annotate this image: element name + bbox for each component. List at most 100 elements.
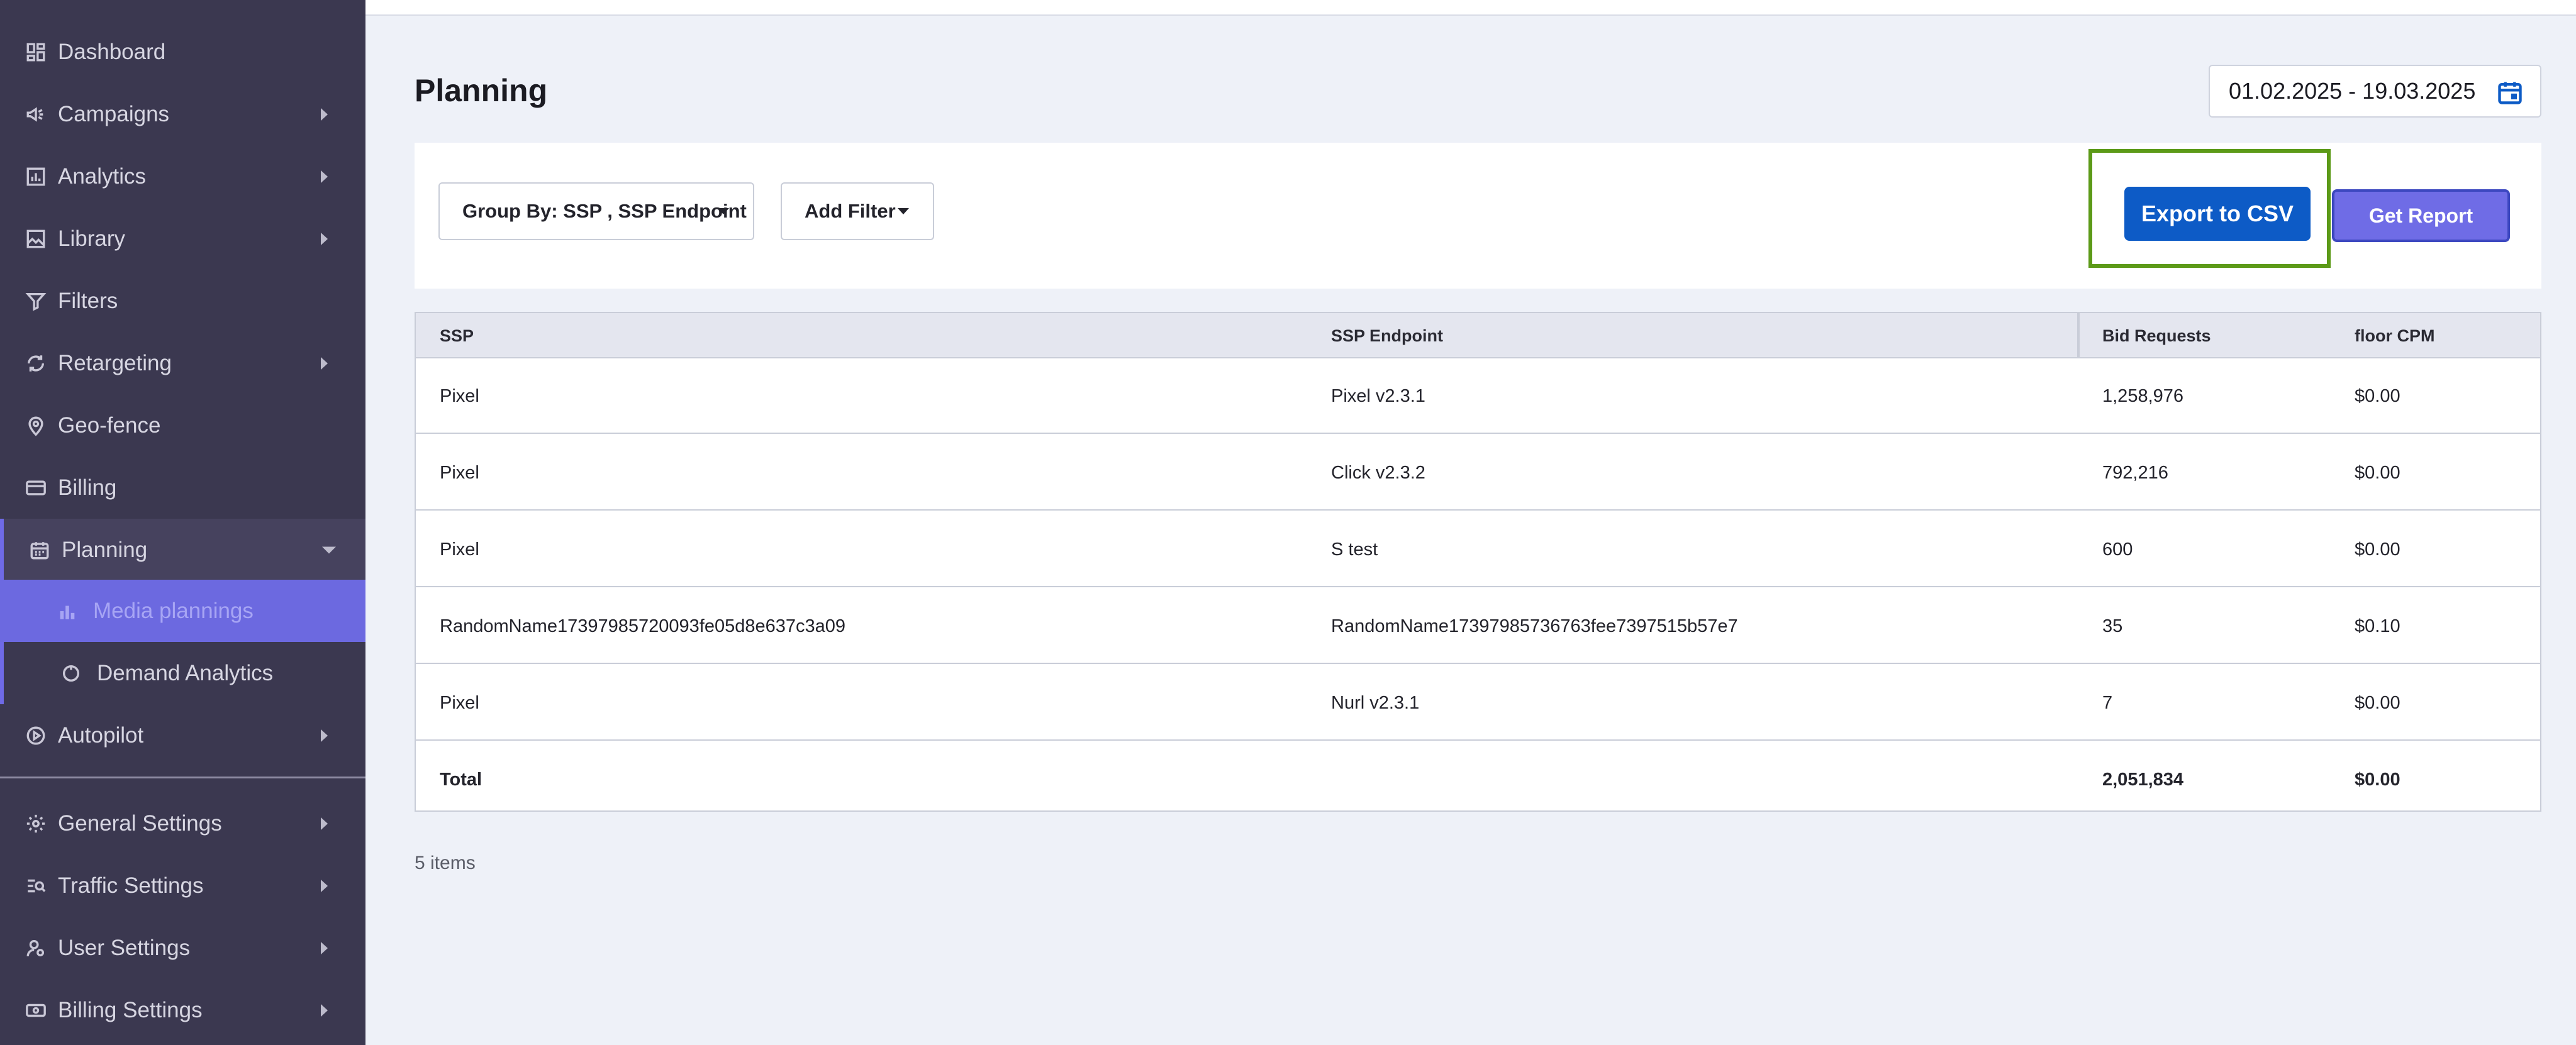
- caret-down-icon: [898, 208, 909, 214]
- sidebar-item-analytics[interactable]: Analytics: [0, 145, 365, 207]
- sidebar-item-label: General Settings: [58, 810, 222, 836]
- cell-floor-cpm: $0.00: [2355, 692, 2400, 713]
- sidebar-item-label: Demand Analytics: [97, 660, 274, 685]
- sidebar-item-retargeting[interactable]: Retargeting: [0, 332, 365, 394]
- chevron-down-icon: [322, 546, 336, 553]
- chevron-right-icon: [321, 817, 328, 830]
- gear-icon: [24, 812, 48, 836]
- table-total-row: Total 2,051,834 $0.00: [416, 742, 2540, 817]
- sidebar-item-label: Autopilot: [58, 722, 144, 748]
- sidebar-item-label: Library: [58, 226, 125, 251]
- sidebar-item-label: Analytics: [58, 163, 147, 189]
- filter-icon: [24, 289, 48, 313]
- top-bar: [365, 0, 2576, 16]
- add-filter-label: Add Filter: [805, 200, 896, 222]
- sidebar-item-geo-fence[interactable]: Geo-fence: [0, 394, 365, 456]
- cell-ssp: Pixel: [440, 692, 479, 713]
- cell-ssp-endpoint: Click v2.3.2: [1331, 462, 1425, 483]
- table-row: Pixel Pixel v2.3.1 1,258,976 $0.00: [416, 358, 2540, 434]
- traffic-search-icon: [24, 874, 48, 898]
- sidebar-item-label: Billing Settings: [58, 997, 203, 1022]
- add-filter-dropdown[interactable]: Add Filter: [781, 182, 934, 240]
- column-header-ssp[interactable]: SSP: [440, 313, 474, 358]
- sidebar-item-label: Geo-fence: [58, 412, 161, 438]
- cell-bid-requests: 1,258,976: [2102, 385, 2184, 406]
- group-by-dropdown[interactable]: Group By: SSP , SSP Endpoint: [438, 182, 754, 240]
- sidebar-item-campaigns[interactable]: Campaigns: [0, 83, 365, 145]
- column-header-bid-requests[interactable]: Bid Requests: [2102, 313, 2211, 358]
- user-settings-icon: [24, 936, 48, 960]
- cell-ssp-endpoint: RandomName17397985736763fee7397515b57e7: [1331, 616, 1738, 636]
- billing-settings-icon: [24, 998, 48, 1022]
- bar-chart-icon: [24, 165, 48, 189]
- sidebar-item-label: Campaigns: [58, 101, 170, 126]
- column-chart-icon: [55, 599, 79, 623]
- calendar-icon: [28, 538, 52, 562]
- cell-bid-requests: 792,216: [2102, 462, 2168, 483]
- cell-floor-cpm: $0.00: [2355, 462, 2400, 483]
- export-csv-button[interactable]: Export to CSV: [2124, 187, 2311, 241]
- data-table: SSP SSP Endpoint Bid Requests floor CPM …: [415, 312, 2541, 812]
- chevron-right-icon: [321, 170, 328, 183]
- sidebar-item-planning[interactable]: Planning: [0, 519, 365, 581]
- table-row: Pixel Nurl v2.3.1 7 $0.00: [416, 665, 2540, 741]
- credit-card-icon: [24, 476, 48, 500]
- cell-bid-requests: 35: [2102, 616, 2123, 636]
- app-root: Dashboard Campaigns Analytics Library Fi…: [0, 0, 2576, 1045]
- cell-floor-cpm: $0.00: [2355, 539, 2400, 560]
- donut-chart-icon: [59, 661, 83, 685]
- sidebar-item-general-settings[interactable]: General Settings: [0, 792, 365, 854]
- chevron-right-icon: [321, 357, 328, 370]
- column-header-floor-cpm[interactable]: floor CPM: [2355, 313, 2435, 358]
- chevron-right-icon: [321, 232, 328, 245]
- cell-ssp: RandomName17397985720093fe05d8e637c3a09: [440, 616, 845, 636]
- cell-ssp: Pixel: [440, 385, 479, 406]
- cell-floor-cpm: $0.00: [2355, 385, 2400, 406]
- table-row: Pixel Click v2.3.2 792,216 $0.00: [416, 435, 2540, 511]
- sidebar-item-library[interactable]: Library: [0, 207, 365, 270]
- cell-bid-requests: 600: [2102, 539, 2133, 560]
- cell-floor-cpm: $0.10: [2355, 616, 2400, 636]
- cell-total-label: Total: [440, 769, 482, 790]
- sidebar-item-label: Traffic Settings: [58, 873, 204, 898]
- column-header-ssp-endpoint[interactable]: SSP Endpoint: [1331, 313, 1443, 358]
- sidebar-subitem-demand-analytics[interactable]: Demand Analytics: [0, 642, 365, 704]
- items-count: 5 items: [415, 853, 476, 873]
- sidebar-subitem-media-plannings[interactable]: Media plannings: [0, 580, 365, 642]
- sidebar-item-label: User Settings: [58, 935, 191, 960]
- cell-ssp-endpoint: Nurl v2.3.1: [1331, 692, 1420, 713]
- date-range-picker[interactable]: 01.02.2025 - 19.03.2025: [2209, 65, 2541, 118]
- sidebar-item-user-settings[interactable]: User Settings: [0, 917, 365, 979]
- chevron-right-icon: [321, 108, 328, 121]
- sidebar-item-label: Media plannings: [93, 598, 254, 623]
- sidebar-item-autopilot[interactable]: Autopilot: [0, 704, 365, 766]
- date-range-value: 01.02.2025 - 19.03.2025: [2229, 78, 2476, 104]
- sidebar-item-label: Retargeting: [58, 350, 172, 375]
- megaphone-icon: [24, 102, 48, 126]
- cell-ssp-endpoint: S test: [1331, 539, 1378, 560]
- cell-ssp: Pixel: [440, 539, 479, 560]
- sidebar-item-filters[interactable]: Filters: [0, 270, 365, 332]
- cell-total-bid-requests: 2,051,834: [2102, 769, 2184, 790]
- refresh-icon: [24, 351, 48, 375]
- sidebar-item-label: Filters: [58, 288, 118, 313]
- get-report-button[interactable]: Get Report: [2332, 189, 2510, 242]
- table-header: SSP SSP Endpoint Bid Requests floor CPM: [416, 313, 2540, 358]
- column-resize-handle[interactable]: [2077, 313, 2080, 358]
- calendar-icon[interactable]: [2496, 79, 2524, 106]
- caret-down-icon: [718, 208, 729, 214]
- sidebar-item-dashboard[interactable]: Dashboard: [0, 21, 365, 83]
- group-by-label: Group By: SSP , SSP Endpoint: [462, 200, 747, 222]
- chevron-right-icon: [321, 879, 328, 892]
- sidebar-item-billing-settings[interactable]: Billing Settings: [0, 979, 365, 1041]
- sidebar-item-label: Dashboard: [58, 39, 166, 64]
- chevron-right-icon: [321, 729, 328, 742]
- sidebar-item-traffic-settings[interactable]: Traffic Settings: [0, 854, 365, 917]
- cell-ssp-endpoint: Pixel v2.3.1: [1331, 385, 1425, 406]
- cell-ssp: Pixel: [440, 462, 479, 483]
- cell-total-floor-cpm: $0.00: [2355, 769, 2400, 790]
- sidebar-item-billing[interactable]: Billing: [0, 456, 365, 519]
- page-title: Planning: [415, 73, 548, 108]
- table-row: Pixel S test 600 $0.00: [416, 512, 2540, 587]
- sidebar-item-label: Billing: [58, 475, 117, 500]
